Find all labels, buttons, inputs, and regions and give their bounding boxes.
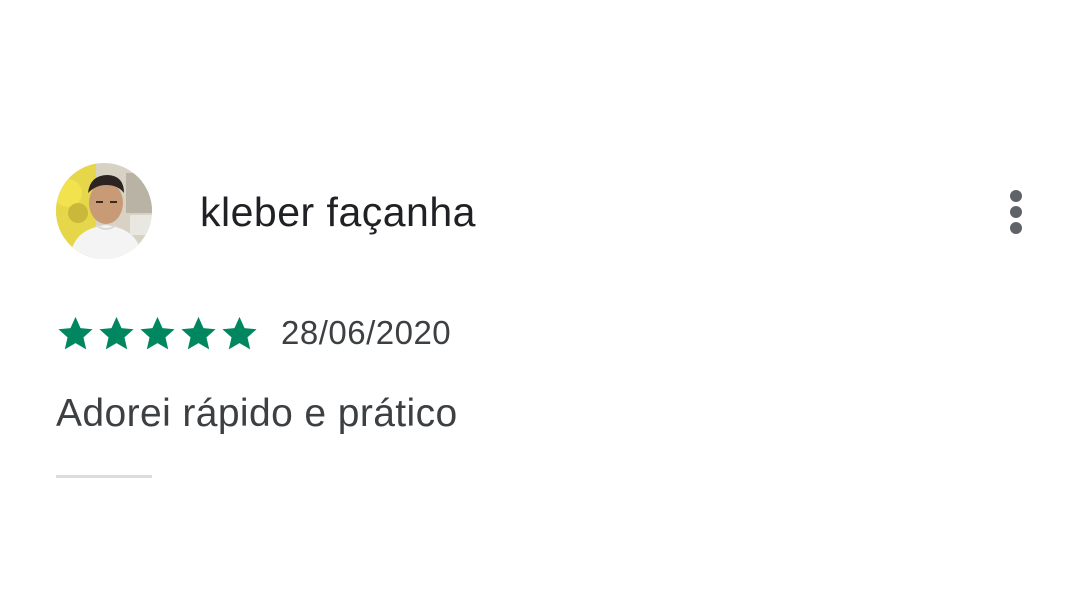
star-icon <box>181 316 216 349</box>
divider <box>56 475 152 478</box>
star-icon <box>99 316 134 349</box>
star-icon <box>58 316 93 349</box>
avatar-photo-icon <box>56 163 152 259</box>
star-icon <box>140 316 175 349</box>
reviewer-name: kleber façanha <box>200 189 476 235</box>
reviewer-avatar[interactable] <box>56 163 152 259</box>
rating-row: 28/06/2020 <box>56 312 451 354</box>
review-date: 28/06/2020 <box>281 314 452 351</box>
more-vert-icon-dot <box>1010 206 1022 218</box>
more-vert-icon-dot <box>1010 222 1022 234</box>
star-icon <box>222 316 257 349</box>
review-text: Adorei rápido e prático <box>56 392 458 435</box>
review-card: kleber façanha 28/06/2020 Adorei rápido … <box>0 0 1080 601</box>
more-vert-icon <box>1010 190 1022 202</box>
star-rating <box>56 314 259 353</box>
more-options-button[interactable] <box>992 182 1040 242</box>
